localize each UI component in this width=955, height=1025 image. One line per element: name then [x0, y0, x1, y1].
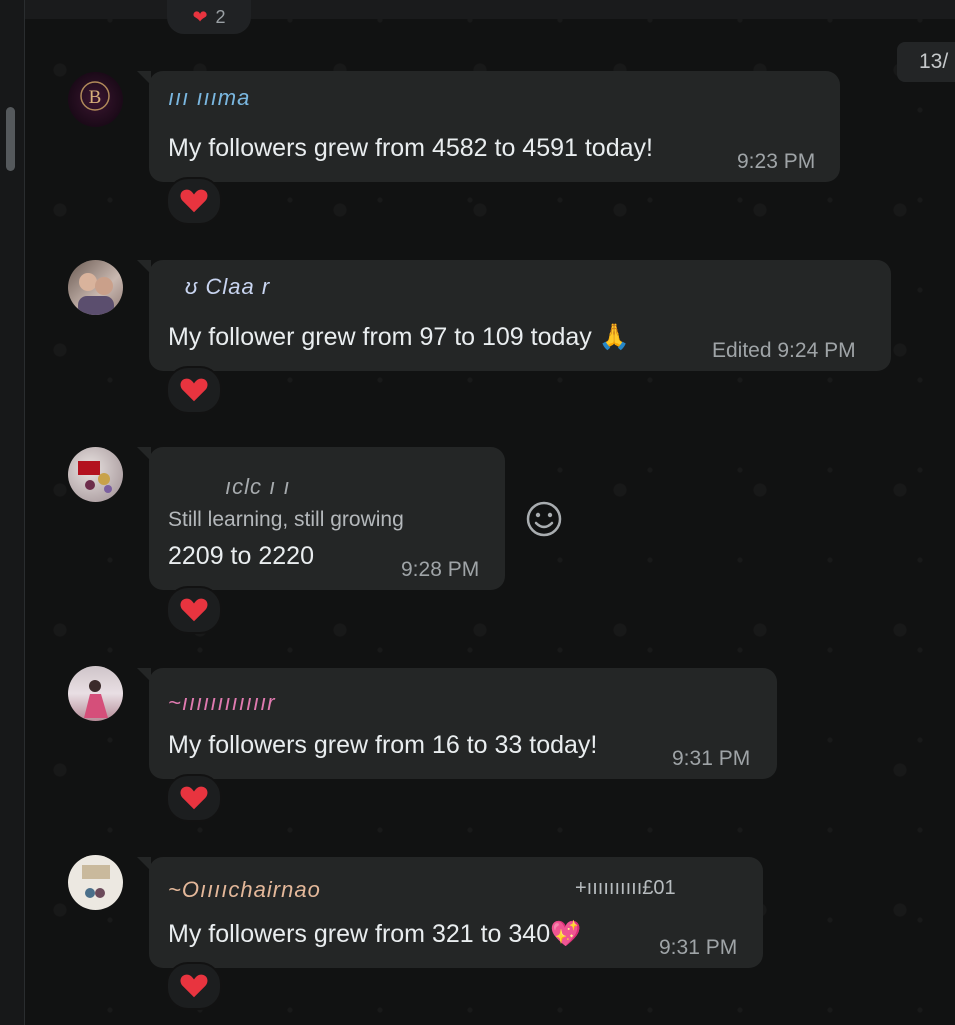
message-time: 9:31 PM [672, 747, 751, 770]
message-bubble[interactable]: ıclc ı ı Still learning, still growing 2… [137, 447, 505, 590]
reaction-count: 2 [215, 7, 226, 27]
sender-name[interactable]: ıclc ı ı [225, 474, 290, 500]
previous-reaction-pill[interactable]: ❤ 2 [167, 0, 251, 34]
message-text: My follower grew from 97 to 109 today 🙏 [168, 323, 630, 351]
heart-icon [180, 378, 208, 402]
message-time: 9:28 PM [401, 558, 480, 581]
avatar-photo [78, 461, 112, 493]
reaction-pill[interactable] [166, 366, 222, 414]
scrollbar-track[interactable] [0, 0, 25, 1025]
message-time: 9:23 PM [737, 150, 816, 173]
avatar-photo [84, 680, 108, 718]
message-bubble[interactable]: ʊ Claa r My follower grew from 97 to 109… [137, 260, 891, 371]
avatar[interactable] [68, 260, 123, 315]
heart-icon [180, 974, 208, 998]
message-time: Edited 9:24 PM [712, 339, 856, 362]
message-bubble[interactable]: ııı ıııma My followers grew from 4582 to… [137, 71, 840, 182]
avatar[interactable] [68, 447, 123, 502]
emoji-reaction-icon[interactable] [524, 499, 564, 539]
message-text: My followers grew from 321 to 340💖 [168, 920, 582, 948]
avatar-photo [82, 865, 110, 898]
message-text: My followers grew from 16 to 33 today! [168, 731, 598, 759]
avatar-photo [78, 273, 114, 315]
reaction-pill[interactable] [166, 962, 222, 1010]
message-bubble[interactable]: ~ıııııııııııır My followers grew from 16… [137, 668, 777, 779]
avatar-logo: B [80, 81, 110, 111]
avatar[interactable]: B [68, 72, 123, 127]
reaction-pill[interactable] [166, 774, 222, 822]
message-text: My followers grew from 4582 to 4591 toda… [168, 134, 653, 162]
heart-icon [180, 189, 208, 213]
heart-icon [180, 786, 208, 810]
previous-message-edge [25, 0, 955, 19]
sender-name[interactable]: ʊ Claa r [185, 274, 270, 300]
message-text: 2209 to 2220 [168, 542, 314, 570]
date-chip: 13/ [897, 42, 955, 82]
avatar[interactable] [68, 855, 123, 910]
sender-phone: +ıııııııııı£01 [575, 877, 676, 899]
sender-name[interactable]: ~ıııııııııııır [168, 690, 276, 716]
sender-name[interactable]: ııı ıııma [168, 85, 250, 111]
avatar[interactable] [68, 666, 123, 721]
scrollbar-thumb[interactable] [6, 107, 15, 171]
reaction-pill[interactable] [166, 586, 222, 634]
message-time: 9:31 PM [659, 936, 738, 959]
reaction-pill[interactable] [166, 177, 222, 225]
message-subtitle: Still learning, still growing [168, 508, 404, 531]
heart-icon: ❤ [192, 7, 208, 27]
sender-name[interactable]: ~Oııııchairnao [168, 877, 321, 903]
heart-icon [180, 598, 208, 622]
svg-text:B: B [89, 87, 102, 108]
message-bubble[interactable]: ~Oııııchairnao +ıııııııııı£01 My followe… [137, 857, 763, 968]
